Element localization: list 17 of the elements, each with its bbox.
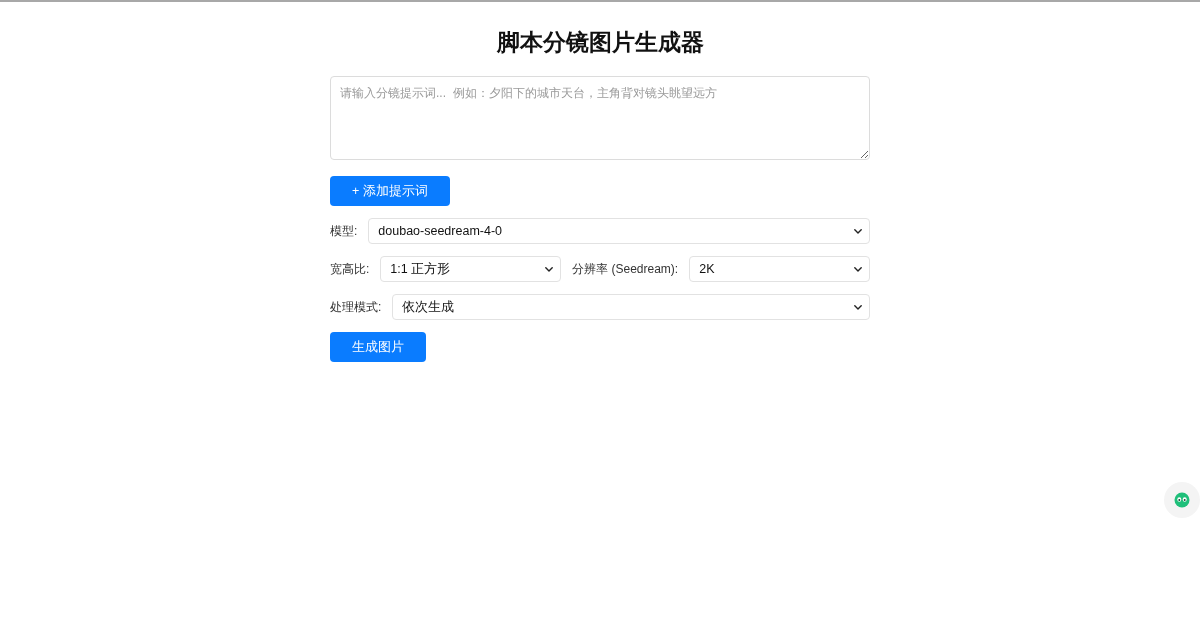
chevron-down-icon <box>854 228 862 234</box>
dropdown-select[interactable]: doubao-seedream-4-0 <box>368 218 870 244</box>
chevron-down-icon <box>854 304 862 310</box>
dropdown-select[interactable]: 依次生成 <box>392 294 870 320</box>
page-title: 脚本分镜图片生成器 <box>495 28 705 57</box>
add-prompt-button[interactable]: + 添加提示词 <box>330 176 450 206</box>
dropdown-select[interactable]: 1:1 正方形 <box>380 256 562 282</box>
chevron-down-icon <box>854 266 862 272</box>
generate-button[interactable]: 生成图片 <box>330 332 426 362</box>
floating-helper-icon[interactable] <box>1162 480 1200 520</box>
prompt-field[interactable]: 请输入分镜提示词... 例如：夕阳下的城市天台，主角背对镜头眺望远方 <box>330 76 870 160</box>
field-label: 模型: <box>330 222 358 240</box>
chevron-down-icon <box>545 266 554 272</box>
field-label: 分辨率 (Seedream): <box>572 260 679 278</box>
field-label: 宽高比: <box>330 260 370 278</box>
field-label: 处理模式: <box>330 298 382 316</box>
dropdown-select[interactable]: 2K <box>689 256 870 282</box>
